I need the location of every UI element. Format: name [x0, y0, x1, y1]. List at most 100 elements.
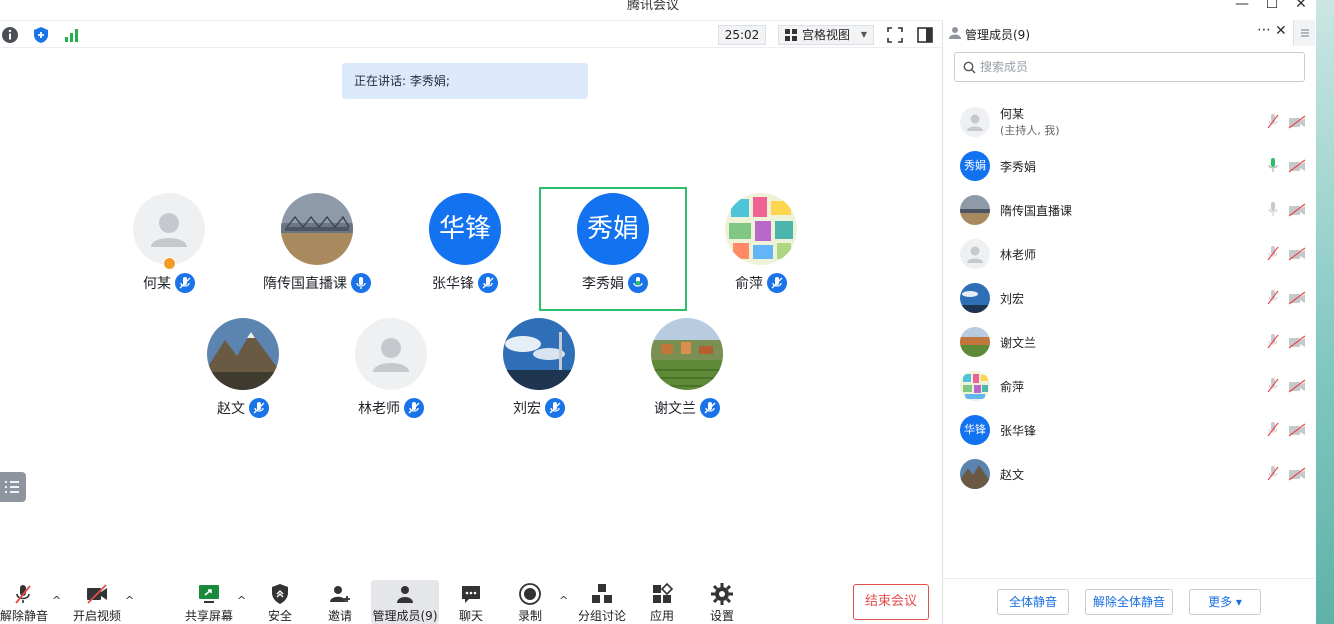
- colorful-art-avatar-icon: [725, 193, 797, 265]
- view-mode-dropdown[interactable]: 宫格视图 ▼: [778, 25, 874, 45]
- minimize-button[interactable]: —: [1232, 0, 1252, 12]
- record-icon: [519, 583, 541, 605]
- audio-options-chevron[interactable]: ^: [52, 594, 61, 607]
- participant-tile[interactable]: 林老师: [317, 312, 465, 436]
- side-panel-toggle-icon[interactable]: [916, 26, 934, 44]
- colorful-art-avatar-icon: [960, 371, 990, 401]
- mic-muted-icon[interactable]: [1266, 465, 1280, 482]
- avatar: [960, 195, 990, 225]
- avatar: 秀娟: [960, 151, 990, 181]
- mic-muted-icon[interactable]: [1266, 245, 1280, 262]
- video-off-icon[interactable]: [1288, 423, 1306, 437]
- mute-all-button[interactable]: 全体静音: [997, 589, 1069, 615]
- record-label: 录制: [517, 609, 542, 623]
- participant-tile[interactable]: 华锋 张华锋: [391, 187, 539, 311]
- member-row[interactable]: 隋传国直播课: [943, 188, 1317, 232]
- apps-button[interactable]: 应用: [644, 580, 680, 624]
- participant-tile[interactable]: 赵文: [169, 312, 317, 436]
- apps-icon: [653, 582, 674, 603]
- member-name: 刘宏: [1000, 292, 1025, 306]
- member-row[interactable]: 赵文: [943, 452, 1317, 496]
- mic-speaking-icon[interactable]: [1266, 157, 1280, 174]
- list-icon: [5, 481, 19, 493]
- info-icon[interactable]: [1, 26, 19, 44]
- participant-tile-active-speaker[interactable]: 秀娟 李秀娟: [539, 187, 687, 311]
- participant-tile[interactable]: 何某: [95, 187, 243, 311]
- security-label: 安全: [267, 609, 292, 623]
- video-off-icon[interactable]: [1288, 203, 1306, 217]
- start-video-button[interactable]: 开启视频: [72, 580, 122, 624]
- video-off-icon[interactable]: [1288, 467, 1306, 481]
- more-options-button[interactable]: 更多 ▾: [1189, 589, 1261, 615]
- participant-tile[interactable]: 俞萍: [687, 187, 835, 311]
- video-off-icon[interactable]: [1288, 379, 1306, 393]
- mic-muted-icon[interactable]: [1266, 377, 1280, 394]
- mic-muted-icon[interactable]: [1266, 289, 1280, 306]
- chat-button[interactable]: 聊天: [453, 580, 489, 624]
- video-off-icon[interactable]: [1288, 115, 1306, 129]
- shield-icon[interactable]: [32, 26, 50, 44]
- title-bar: 腾讯会议 — ☐ ✕: [0, 0, 1334, 18]
- maximize-button[interactable]: ☐: [1262, 0, 1282, 12]
- close-window-button[interactable]: ✕: [1291, 0, 1311, 12]
- panel-menu-button[interactable]: [1293, 20, 1315, 46]
- participant-tile[interactable]: 刘宏: [465, 312, 613, 436]
- share-screen-button[interactable]: 共享屏幕: [184, 580, 234, 624]
- member-list-float-button[interactable]: [0, 472, 26, 502]
- unmute-all-button[interactable]: 解除全体静音: [1085, 589, 1173, 615]
- invite-button[interactable]: 邀请: [322, 580, 358, 624]
- member-row[interactable]: 谢文兰: [943, 320, 1317, 364]
- security-shield-icon: [272, 584, 288, 604]
- signal-icon[interactable]: [63, 26, 81, 44]
- window-title: 腾讯会议: [626, 0, 679, 13]
- participant-tile[interactable]: 隋传国直播课: [243, 187, 391, 311]
- member-row[interactable]: 华锋 张华锋: [943, 408, 1317, 452]
- video-off-icon[interactable]: [1288, 291, 1306, 305]
- mic-muted-icon[interactable]: [1266, 113, 1280, 130]
- settings-button[interactable]: 设置: [704, 580, 740, 624]
- share-options-chevron[interactable]: ^: [237, 594, 246, 607]
- mic-muted-icon: [404, 398, 424, 418]
- unmute-button[interactable]: 解除静音: [0, 580, 48, 624]
- security-button[interactable]: 安全: [262, 580, 298, 624]
- participant-name: 何某: [143, 276, 171, 292]
- member-row[interactable]: 俞萍: [943, 364, 1317, 408]
- avatar: [651, 318, 723, 390]
- mic-muted-icon[interactable]: [1266, 333, 1280, 350]
- member-search-input[interactable]: [980, 58, 1290, 76]
- member-search-box[interactable]: [954, 52, 1305, 82]
- record-options-chevron[interactable]: ^: [559, 594, 568, 607]
- member-name: 隋传国直播课: [1000, 204, 1073, 218]
- participant-tile[interactable]: 谢文兰: [613, 312, 761, 436]
- chat-label: 聊天: [458, 609, 483, 623]
- hamburger-icon: [1301, 29, 1309, 37]
- member-name: 何某: [1000, 107, 1025, 121]
- gear-icon: [711, 583, 733, 605]
- participant-name: 李秀娟: [582, 276, 624, 292]
- manage-members-button[interactable]: 管理成员(9): [371, 580, 439, 624]
- mic-muted-icon: [15, 585, 31, 604]
- avatar: [960, 239, 990, 269]
- fullscreen-icon[interactable]: [886, 26, 904, 44]
- end-meeting-button[interactable]: 结束会议: [853, 584, 929, 620]
- invite-user-icon: [330, 586, 350, 602]
- record-button[interactable]: 录制: [512, 580, 548, 624]
- user-icon: [949, 27, 961, 39]
- member-row[interactable]: 秀娟 李秀娟: [943, 144, 1317, 188]
- avatar: [960, 371, 990, 401]
- share-screen-label: 共享屏幕: [184, 609, 233, 623]
- video-off-icon[interactable]: [1288, 159, 1306, 173]
- video-options-chevron[interactable]: ^: [125, 594, 134, 607]
- more-options-icon[interactable]: ⋯: [1257, 22, 1271, 38]
- member-row[interactable]: 刘宏: [943, 276, 1317, 320]
- close-panel-button[interactable]: ✕: [1275, 23, 1287, 39]
- mic-on-icon[interactable]: [1266, 201, 1280, 218]
- breakout-button[interactable]: 分组讨论: [578, 580, 626, 624]
- member-row[interactable]: 林老师: [943, 232, 1317, 276]
- video-off-icon[interactable]: [1288, 247, 1306, 261]
- user-placeholder-icon: [151, 213, 187, 247]
- mic-muted-icon[interactable]: [1266, 421, 1280, 438]
- member-row[interactable]: 何某 (主持人, 我): [943, 100, 1317, 144]
- member-name: 林老师: [1000, 248, 1037, 262]
- video-off-icon[interactable]: [1288, 335, 1306, 349]
